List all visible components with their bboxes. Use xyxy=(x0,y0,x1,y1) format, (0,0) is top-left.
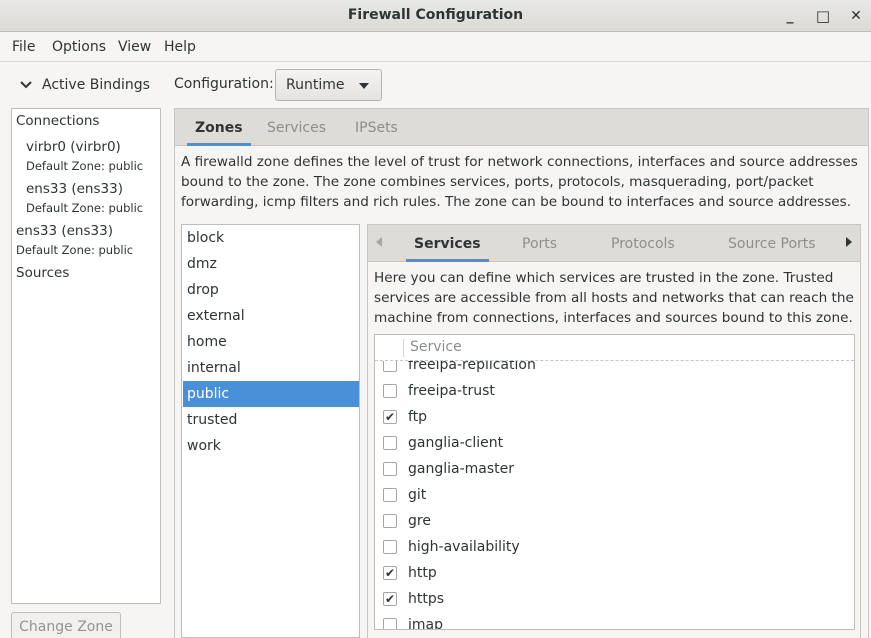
menu-help[interactable]: Help xyxy=(164,39,196,55)
service-column-label: Service xyxy=(410,339,462,355)
configuration-value: Runtime xyxy=(286,77,345,93)
menu-options[interactable]: Options xyxy=(52,39,106,55)
service-checkbox[interactable] xyxy=(383,462,397,476)
dropdown-arrow-icon xyxy=(359,83,369,89)
sources-heading[interactable]: Sources xyxy=(16,265,69,281)
tab-zone-ports[interactable]: Ports xyxy=(522,225,557,262)
service-row[interactable]: ganglia-master xyxy=(375,456,854,482)
zone-item-drop[interactable]: drop xyxy=(183,277,359,303)
connection-name[interactable]: virbr0 (virbr0) xyxy=(26,139,121,155)
configuration-dropdown[interactable]: Runtime xyxy=(275,69,382,101)
zone-item-block[interactable]: block xyxy=(183,225,359,251)
services-description: Here you can define which services are t… xyxy=(374,270,854,326)
tab-services[interactable]: Services xyxy=(267,109,326,146)
service-name: https xyxy=(408,591,445,607)
zone-settings-tab-bar: Services Ports Protocols Source Ports xyxy=(367,224,861,262)
service-row[interactable]: high-availability xyxy=(375,534,854,560)
service-row[interactable]: ✔ https xyxy=(375,586,854,612)
service-row[interactable]: git xyxy=(375,482,854,508)
zone-list: block dmz drop external home internal pu… xyxy=(181,224,360,638)
connection-zone: Default Zone: public xyxy=(26,201,144,215)
menu-view[interactable]: View xyxy=(118,39,151,55)
column-separator xyxy=(403,339,404,357)
service-row[interactable]: ✔ http xyxy=(375,560,854,586)
zone-item-work[interactable]: work xyxy=(183,433,359,459)
service-name: freeipa-trust xyxy=(408,383,495,399)
service-checkbox[interactable] xyxy=(383,514,397,528)
zone-item-public[interactable]: public xyxy=(183,381,359,407)
minimize-icon[interactable]: _ xyxy=(780,6,800,26)
zone-description: A firewalld zone defines the level of tr… xyxy=(181,154,858,210)
maximize-icon[interactable]: □ xyxy=(813,6,833,26)
tab-zone-protocols[interactable]: Protocols xyxy=(611,225,675,262)
service-checkbox[interactable] xyxy=(383,436,397,450)
scroll-left-icon[interactable] xyxy=(376,237,382,247)
menu-bar: File Options View Help xyxy=(0,32,871,62)
service-column-header[interactable]: Service xyxy=(375,335,854,361)
configuration-label: Configuration: xyxy=(174,76,274,92)
chevron-down-icon xyxy=(20,78,36,92)
service-row[interactable]: ✔ ftp xyxy=(375,404,854,430)
zone-item-dmz[interactable]: dmz xyxy=(183,251,359,277)
zone-item-trusted[interactable]: trusted xyxy=(183,407,359,433)
zone-item-external[interactable]: external xyxy=(183,303,359,329)
service-row[interactable]: freeipa-trust xyxy=(375,378,854,404)
service-name: http xyxy=(408,565,437,581)
connection-name[interactable]: ens33 (ens33) xyxy=(26,181,123,197)
bindings-panel: Connections virbr0 (virbr0) Default Zone… xyxy=(11,108,161,604)
tab-zone-services[interactable]: Services xyxy=(406,225,489,262)
service-name: imap xyxy=(408,617,443,630)
service-name: ganglia-client xyxy=(408,435,504,451)
service-checkbox[interactable]: ✔ xyxy=(383,592,397,606)
service-list[interactable]: Service freeipa-replication freeipa-trus… xyxy=(374,334,855,630)
tab-ipsets[interactable]: IPSets xyxy=(355,109,398,146)
service-checkbox[interactable] xyxy=(383,384,397,398)
interface-zone: Default Zone: public xyxy=(16,243,134,257)
change-zone-button[interactable]: Change Zone xyxy=(11,612,121,638)
service-name: ftp xyxy=(408,409,428,425)
active-bindings-toggle[interactable]: Active Bindings xyxy=(20,72,150,98)
scroll-right-icon[interactable] xyxy=(846,237,852,247)
service-checkbox[interactable]: ✔ xyxy=(383,566,397,580)
window-title: Firewall Configuration xyxy=(347,7,524,23)
title-bar: Firewall Configuration _ □ ✕ xyxy=(0,0,871,32)
main-tab-bar: Zones Services IPSets xyxy=(174,108,869,146)
interface-name[interactable]: ens33 (ens33) xyxy=(16,223,113,239)
service-row[interactable]: ganglia-client xyxy=(375,430,854,456)
service-name: gre xyxy=(408,513,431,529)
service-name: high-availability xyxy=(408,539,520,555)
service-checkbox[interactable]: ✔ xyxy=(383,410,397,424)
service-name: git xyxy=(408,487,427,503)
connection-zone: Default Zone: public xyxy=(26,159,144,173)
service-row[interactable]: gre xyxy=(375,508,854,534)
service-checkbox[interactable] xyxy=(383,618,397,629)
service-checkbox[interactable] xyxy=(383,488,397,502)
tab-zone-source-ports[interactable]: Source Ports xyxy=(728,225,816,262)
tab-zones[interactable]: Zones xyxy=(187,109,251,146)
service-checkbox[interactable] xyxy=(383,540,397,554)
service-name: ganglia-master xyxy=(408,461,515,477)
service-row[interactable]: imap xyxy=(375,612,854,630)
close-icon[interactable]: ✕ xyxy=(846,6,866,26)
zone-item-home[interactable]: home xyxy=(183,329,359,355)
menu-file[interactable]: File xyxy=(12,39,35,55)
connections-heading[interactable]: Connections xyxy=(16,113,99,129)
zone-item-internal[interactable]: internal xyxy=(183,355,359,381)
active-bindings-label: Active Bindings xyxy=(42,77,150,93)
